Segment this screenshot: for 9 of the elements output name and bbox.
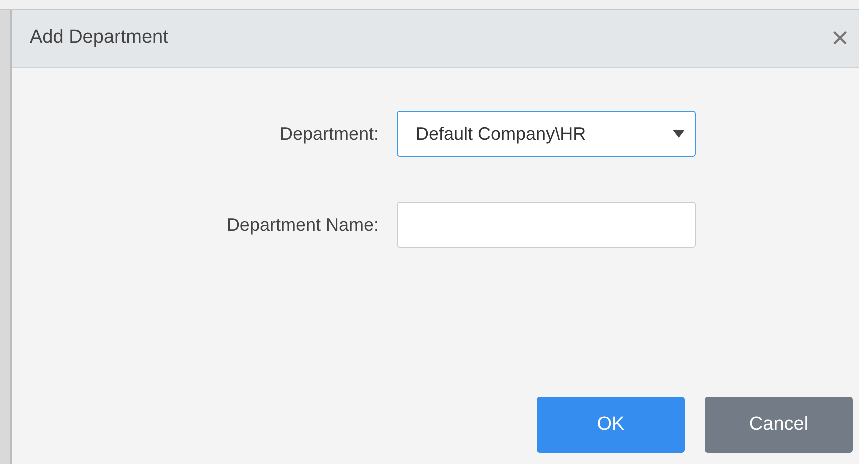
field-label: Department Name: <box>226 214 380 237</box>
close-button[interactable]: × <box>827 24 853 54</box>
cancel-button[interactable]: Cancel <box>705 397 853 453</box>
ok-button[interactable]: OK <box>537 397 685 453</box>
department-name-field[interactable] <box>397 202 696 248</box>
caret-icon <box>673 130 685 138</box>
dialog-title: Add Department <box>30 26 168 50</box>
department-dropdown[interactable]: Default Company\HR <box>397 111 696 157</box>
field-label: Department: <box>278 122 380 146</box>
